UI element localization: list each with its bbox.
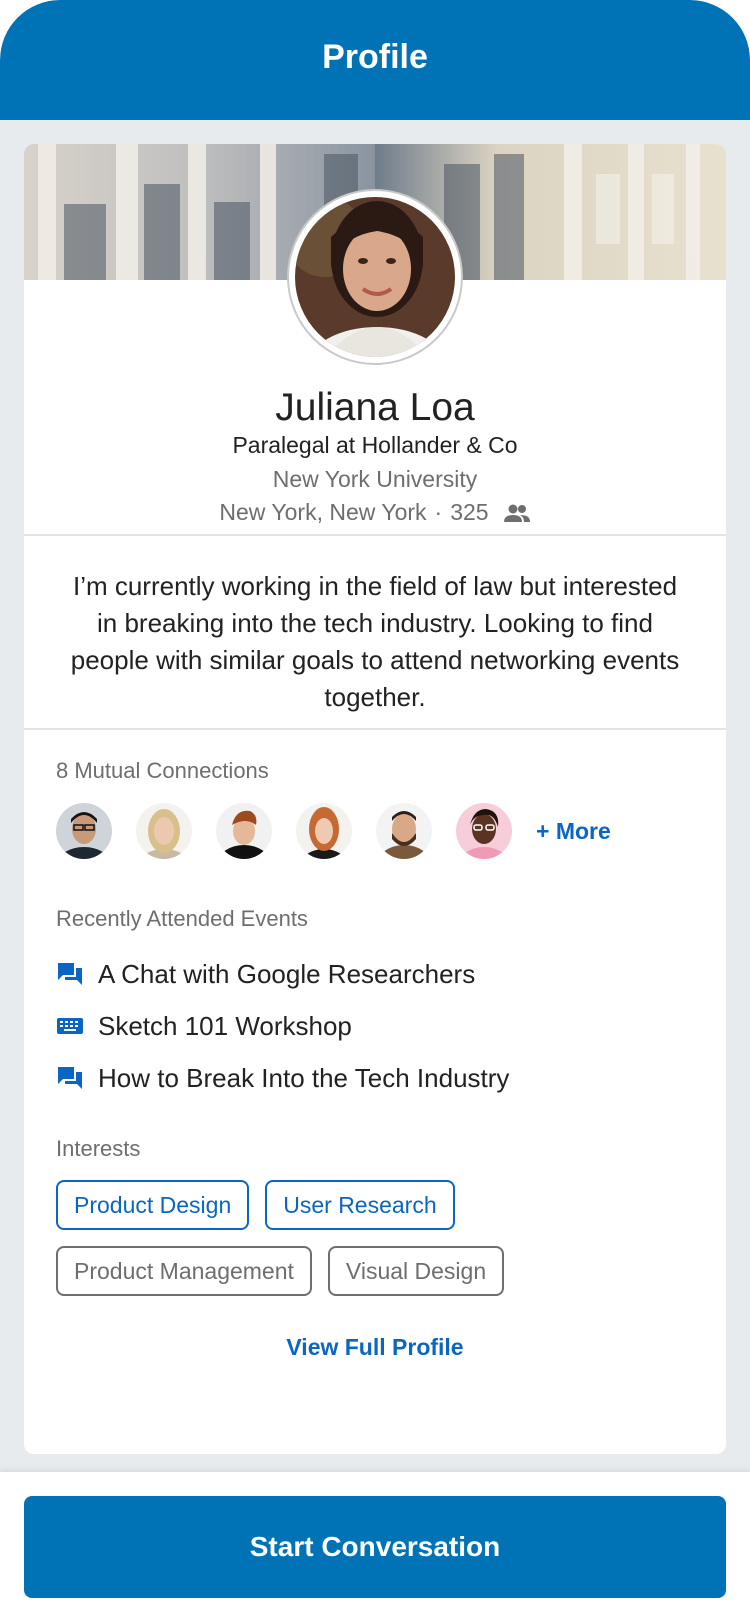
profile-location: New York, New York bbox=[219, 499, 427, 525]
event-label: A Chat with Google Researchers bbox=[98, 958, 476, 989]
footer-bar: Start Conversation bbox=[0, 1472, 750, 1624]
profile-bio: I’m currently working in the field of la… bbox=[70, 571, 680, 712]
event-item[interactable]: Sketch 101 Workshop bbox=[56, 1000, 509, 1052]
start-conversation-button[interactable]: Start Conversation bbox=[24, 1496, 726, 1598]
connections-count: 325 bbox=[450, 499, 489, 525]
event-label: How to Break Into the Tech Industry bbox=[98, 1062, 510, 1093]
profile-card: Juliana Loa Paralegal at Hollander & Co … bbox=[24, 144, 726, 1454]
event-item[interactable]: A Chat with Google Researchers bbox=[56, 948, 509, 1000]
recent-events-label: Recently Attended Events bbox=[56, 906, 308, 931]
interests-label: Interests bbox=[56, 1136, 141, 1161]
app-header: Profile bbox=[0, 0, 750, 120]
interest-chip[interactable]: Product Management bbox=[56, 1246, 312, 1296]
chat-icon bbox=[56, 1064, 84, 1092]
profile-avatar bbox=[289, 191, 461, 363]
profile-headline: Paralegal at Hollander & Co bbox=[232, 432, 518, 458]
divider bbox=[24, 728, 726, 730]
more-connections-link[interactable]: + More bbox=[536, 818, 611, 845]
chat-icon bbox=[56, 960, 84, 988]
divider bbox=[24, 534, 726, 536]
events-list: A Chat with Google Researchers Sketch 10… bbox=[56, 948, 509, 1104]
profile-name: Juliana Loa bbox=[275, 386, 475, 429]
separator: · bbox=[434, 499, 443, 525]
location-row: New York, New York · 325 bbox=[24, 499, 726, 526]
interest-chip[interactable]: Product Design bbox=[56, 1180, 250, 1230]
people-icon bbox=[503, 503, 531, 523]
mutual-avatar[interactable] bbox=[456, 803, 512, 859]
profile-photo bbox=[295, 197, 455, 357]
interest-chip[interactable]: User Research bbox=[265, 1180, 455, 1230]
mutual-avatar[interactable] bbox=[56, 803, 112, 859]
profile-screen: Profile Juliana Loa Paralegal at Holland… bbox=[0, 0, 750, 1624]
keyboard-icon bbox=[56, 1012, 84, 1040]
mutual-connections-label: 8 Mutual Connections bbox=[56, 758, 269, 783]
mutual-avatar[interactable] bbox=[376, 803, 432, 859]
profile-school: New York University bbox=[272, 466, 478, 492]
mutual-avatar[interactable] bbox=[136, 803, 192, 859]
event-label: Sketch 101 Workshop bbox=[98, 1010, 352, 1041]
mutual-avatar[interactable] bbox=[216, 803, 272, 859]
page-title: Profile bbox=[322, 37, 428, 76]
event-item[interactable]: How to Break Into the Tech Industry bbox=[56, 1052, 509, 1104]
view-full-profile-link[interactable]: View Full Profile bbox=[24, 1334, 726, 1361]
mutual-avatar[interactable] bbox=[296, 803, 352, 859]
mutual-connections-list: + More bbox=[56, 802, 611, 860]
interest-chip[interactable]: Visual Design bbox=[327, 1246, 505, 1296]
interests-list: Product Design User Research Product Man… bbox=[56, 1180, 696, 1312]
